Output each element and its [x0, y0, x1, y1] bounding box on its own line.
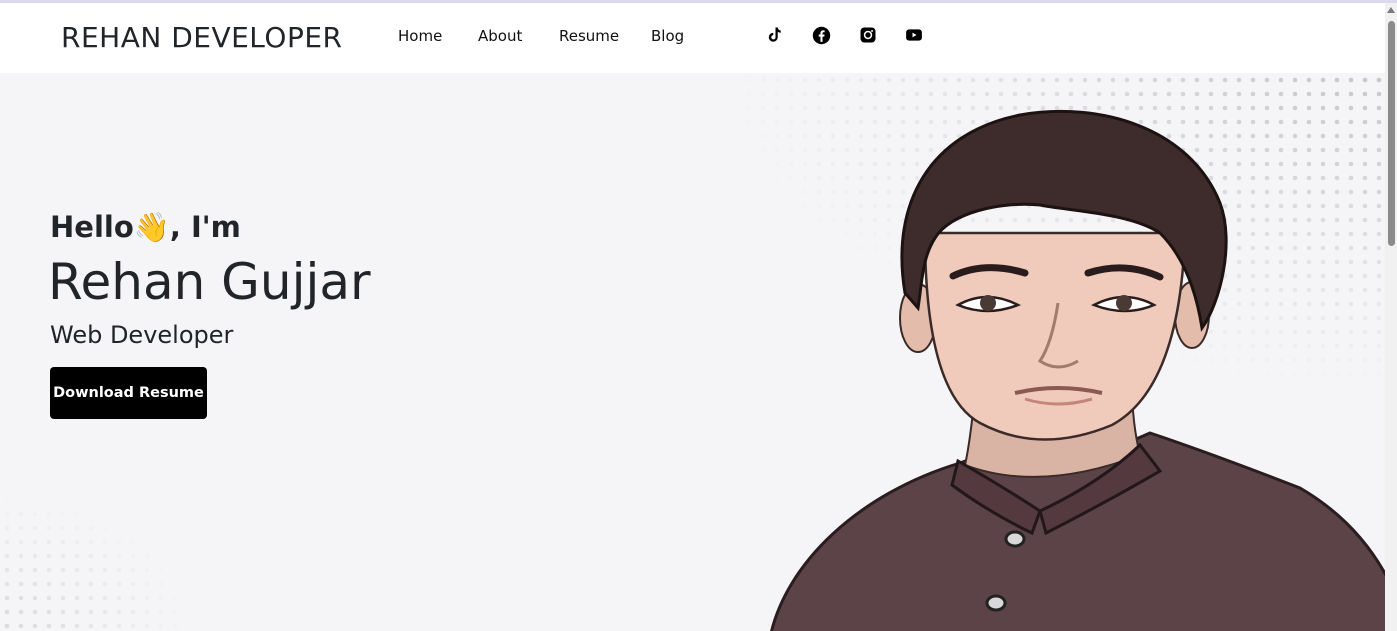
instagram-icon[interactable] — [858, 25, 878, 45]
nav-resume[interactable]: Resume — [559, 27, 619, 45]
hero-name: Rehan Gujjar — [48, 253, 371, 311]
waving-hand-icon: 👋 — [133, 210, 170, 244]
nav-about[interactable]: About — [478, 27, 522, 45]
hero-role: Web Developer — [50, 321, 234, 349]
tiktok-icon[interactable] — [764, 25, 784, 45]
nav-blog[interactable]: Blog — [651, 27, 684, 45]
scrollbar-thumb[interactable] — [1388, 21, 1395, 246]
vertical-scrollbar[interactable] — [1385, 3, 1397, 631]
navbar: REHAN DEVELOPER Home About Resume Blog — [0, 3, 1385, 73]
download-resume-button[interactable]: Download Resume — [50, 367, 207, 419]
facebook-icon[interactable] — [811, 25, 831, 45]
brand-logo[interactable]: REHAN DEVELOPER — [61, 21, 342, 54]
scroll-up-arrow-icon[interactable] — [1387, 7, 1395, 13]
greeting-text: Hello — [50, 210, 134, 244]
greeting: Hello👋, I'm — [50, 210, 241, 245]
hero-section: Hello👋, I'm Rehan Gujjar Web Developer D… — [0, 73, 1385, 631]
youtube-icon[interactable] — [904, 25, 924, 45]
nav-home[interactable]: Home — [398, 27, 442, 45]
profile-portrait — [770, 109, 1385, 631]
greeting-suffix: , I'm — [169, 210, 241, 244]
